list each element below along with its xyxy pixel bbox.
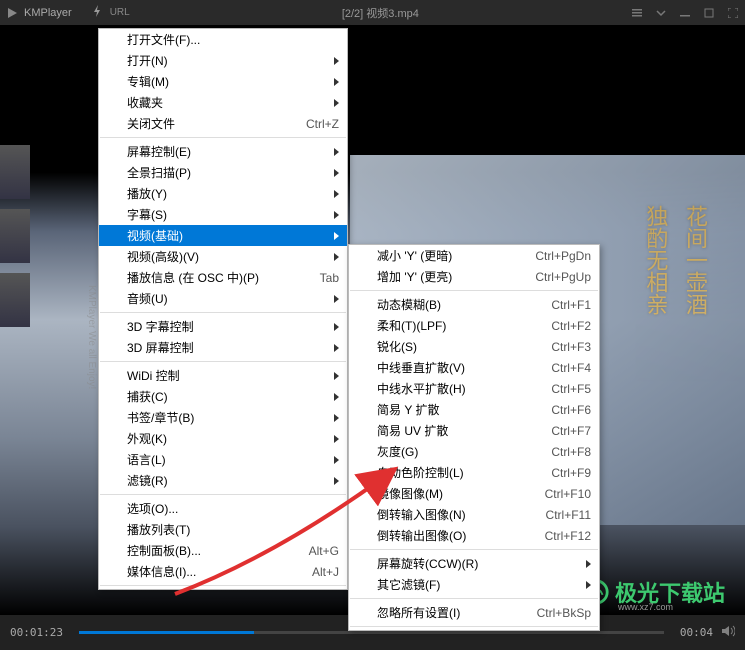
menu-control-panel[interactable]: 控制面板(B)...Alt+G (99, 540, 347, 561)
submenu-flip-in[interactable]: 倒转输入图像(N)Ctrl+F11 (349, 504, 599, 525)
chevron-right-icon (334, 211, 339, 219)
chevron-right-icon (334, 295, 339, 303)
menu-3d-subtitle[interactable]: 3D 字幕控制 (99, 316, 347, 337)
file-info: [2/2] 视频3.mp4 (130, 5, 631, 21)
menu-separator (350, 598, 598, 599)
submenu-center-v[interactable]: 中线垂直扩散(V)Ctrl+F4 (349, 357, 599, 378)
menu-icon[interactable] (631, 7, 643, 19)
context-menu-video-basic: 减小 'Y' (更暗)Ctrl+PgDn 增加 'Y' (更亮)Ctrl+PgU… (348, 244, 600, 631)
app-name: KMPlayer (24, 7, 72, 19)
menu-filter[interactable]: 滤镜(R) (99, 470, 347, 491)
titlebar-left: KMPlayer URL (6, 5, 130, 20)
chevron-right-icon (334, 99, 339, 107)
menu-bookmark[interactable]: 书签/章节(B) (99, 407, 347, 428)
chevron-right-icon (586, 560, 591, 568)
menu-separator (100, 312, 346, 313)
menu-open-file[interactable]: 打开文件(F)... (99, 29, 347, 50)
menu-appearance[interactable]: 外观(K) (99, 428, 347, 449)
thumbnail[interactable] (0, 145, 30, 199)
window-controls (631, 7, 739, 19)
menu-separator (100, 494, 346, 495)
chevron-right-icon (334, 148, 339, 156)
menu-3d-screen[interactable]: 3D 屏幕控制 (99, 337, 347, 358)
chevron-right-icon (334, 456, 339, 464)
menu-language[interactable]: 语言(L) (99, 449, 347, 470)
menu-options[interactable]: 选项(O)... (99, 498, 347, 519)
submenu-screen-rotate[interactable]: 屏幕旋转(CCW)(R) (349, 553, 599, 574)
chevron-right-icon (334, 78, 339, 86)
chevron-right-icon (334, 232, 339, 240)
watermark-domain: www.xz7.com (618, 602, 673, 612)
total-time: 00:04 (680, 626, 713, 639)
progress-fill (79, 631, 254, 634)
submenu-inc-y[interactable]: 增加 'Y' (更亮)Ctrl+PgUp (349, 266, 599, 287)
lightning-icon[interactable] (92, 5, 102, 20)
menu-audio[interactable]: 音频(U) (99, 288, 347, 309)
current-time: 00:01:23 (10, 626, 63, 639)
minimize-icon[interactable] (679, 7, 691, 19)
submenu-ignore-all[interactable]: 忽略所有设置(I)Ctrl+BkSp (349, 602, 599, 623)
chevron-right-icon (334, 435, 339, 443)
submenu-other-filter[interactable]: 其它滤镜(F) (349, 574, 599, 595)
submenu-simple-uv[interactable]: 简易 UV 扩散Ctrl+F7 (349, 420, 599, 441)
chevron-right-icon (334, 393, 339, 401)
chevron-right-icon (334, 253, 339, 261)
submenu-gray[interactable]: 灰度(G)Ctrl+F8 (349, 441, 599, 462)
progress-bar[interactable] (79, 631, 664, 634)
thumbnail[interactable] (0, 209, 30, 263)
chevron-right-icon (334, 323, 339, 331)
submenu-soft-lpf[interactable]: 柔和(T)(LPF)Ctrl+F2 (349, 315, 599, 336)
menu-open[interactable]: 打开(N) (99, 50, 347, 71)
quick-actions: URL (92, 5, 130, 20)
video-overlay-text: 花间一壶酒独酌无相亲 (636, 205, 715, 315)
chevron-right-icon (334, 190, 339, 198)
menu-play-info[interactable]: 播放信息 (在 OSC 中)(P)Tab (99, 267, 347, 288)
menu-video-basic[interactable]: 视频(基础) (99, 225, 347, 246)
chevron-right-icon (334, 169, 339, 177)
chevron-right-icon (334, 344, 339, 352)
submenu-motion-blur[interactable]: 动态模糊(B)Ctrl+F1 (349, 294, 599, 315)
thumbnail[interactable] (0, 273, 30, 327)
fullscreen-icon[interactable] (727, 7, 739, 19)
menu-separator (350, 290, 598, 291)
menu-favorites[interactable]: 收藏夹 (99, 92, 347, 113)
menu-screen-control[interactable]: 屏幕控制(E) (99, 141, 347, 162)
menu-video-advanced[interactable]: 视频(高级)(V) (99, 246, 347, 267)
submenu-mirror[interactable]: 镜像图像(M)Ctrl+F10 (349, 483, 599, 504)
menu-play[interactable]: 播放(Y) (99, 183, 347, 204)
menu-separator (350, 626, 598, 627)
chevron-right-icon (334, 372, 339, 380)
chevron-right-icon (334, 57, 339, 65)
down-icon[interactable] (655, 7, 667, 19)
menu-separator (350, 549, 598, 550)
menu-separator (100, 585, 346, 586)
menu-media-info[interactable]: 媒体信息(I)...Alt+J (99, 561, 347, 582)
submenu-sharpen[interactable]: 锐化(S)Ctrl+F3 (349, 336, 599, 357)
menu-separator (100, 361, 346, 362)
thumbnail-strip (0, 145, 30, 575)
menu-subtitles[interactable]: 字幕(S) (99, 204, 347, 225)
chevron-right-icon (334, 414, 339, 422)
menu-capture[interactable]: 捕获(C) (99, 386, 347, 407)
submenu-center-h[interactable]: 中线水平扩散(H)Ctrl+F5 (349, 378, 599, 399)
titlebar: KMPlayer URL [2/2] 视频3.mp4 (0, 0, 745, 25)
menu-separator (100, 137, 346, 138)
submenu-auto-level[interactable]: 自动色阶控制(L)Ctrl+F9 (349, 462, 599, 483)
volume-icon[interactable] (721, 625, 735, 640)
chevron-right-icon (586, 581, 591, 589)
submenu-simple-y[interactable]: 简易 Y 扩散Ctrl+F6 (349, 399, 599, 420)
menu-close-file[interactable]: 关闭文件Ctrl+Z (99, 113, 347, 134)
submenu-flip-out[interactable]: 倒转输出图像(O)Ctrl+F12 (349, 525, 599, 546)
menu-panorama[interactable]: 全景扫描(P) (99, 162, 347, 183)
chevron-right-icon (334, 477, 339, 485)
url-label[interactable]: URL (110, 7, 130, 18)
context-menu-main: 打开文件(F)... 打开(N) 专辑(M) 收藏夹 关闭文件Ctrl+Z 屏幕… (98, 28, 348, 590)
sidebar-watermark: KMPlayer We all Enjoy! (86, 285, 97, 389)
submenu-dec-y[interactable]: 减小 'Y' (更暗)Ctrl+PgDn (349, 245, 599, 266)
menu-widi[interactable]: WiDi 控制 (99, 365, 347, 386)
menu-album[interactable]: 专辑(M) (99, 71, 347, 92)
app-logo-icon (6, 7, 18, 19)
maximize-icon[interactable] (703, 7, 715, 19)
menu-playlist[interactable]: 播放列表(T) (99, 519, 347, 540)
